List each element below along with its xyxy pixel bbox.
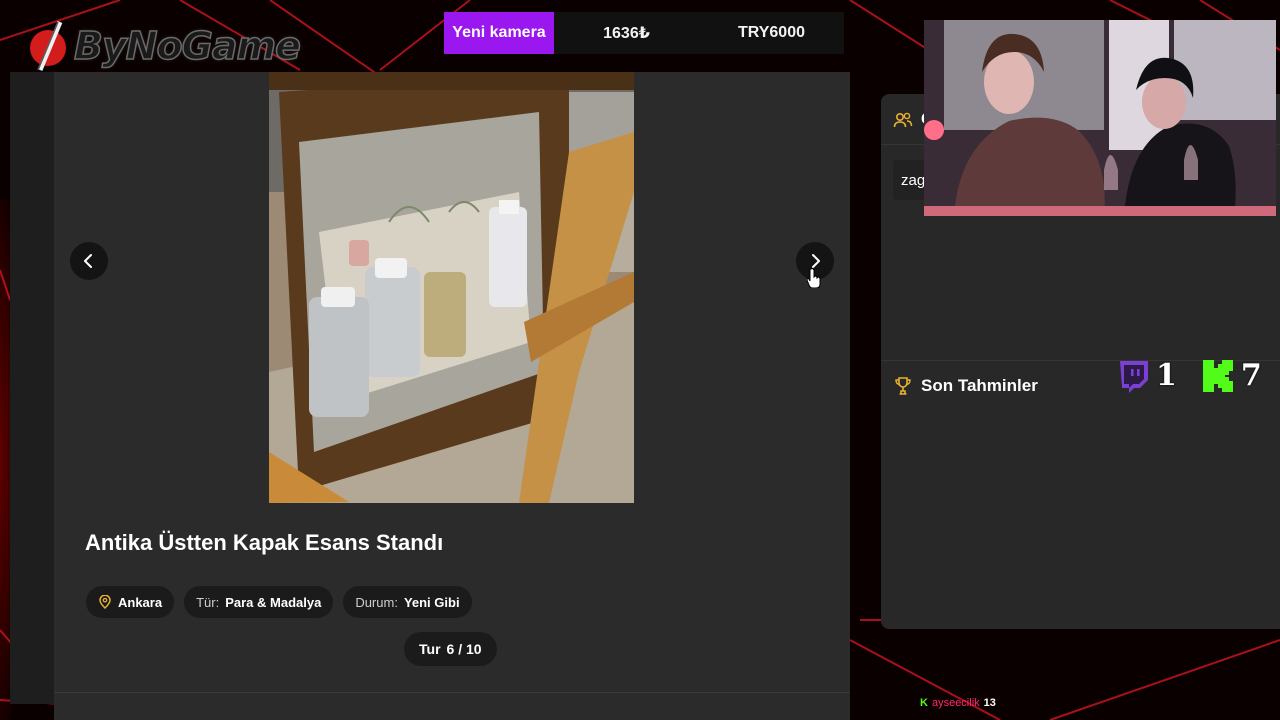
stream-top-bar: Yeni kamera 1636₺ TRY6000 xyxy=(444,12,844,54)
left-side-strip xyxy=(10,72,54,704)
trophy-icon xyxy=(895,377,911,395)
map-pin-icon xyxy=(99,595,111,609)
platform-counters: 1 7 xyxy=(1116,358,1262,393)
product-panel: Antika Üstten Kapak Esans Standı Ankara … xyxy=(54,72,850,720)
amount-try-symbol: 1636₺ xyxy=(603,25,650,42)
type-label: Tür: xyxy=(196,594,220,610)
product-image xyxy=(269,72,634,503)
type-value: Para & Madalya xyxy=(225,594,322,610)
amount-try-code: TRY6000 xyxy=(738,24,805,41)
webcam-feed-illustration xyxy=(924,20,1276,216)
chat-message: K ayseecilik 13 xyxy=(920,697,996,709)
kick-count: 7 xyxy=(1240,358,1262,393)
webcam-overlay xyxy=(924,20,1276,216)
round-indicator: Tur 6 / 10 xyxy=(404,632,497,666)
condition-value: Yeni Gibi xyxy=(403,594,460,610)
twitch-counter: 1 xyxy=(1116,358,1177,393)
product-photo-illustration xyxy=(269,72,634,503)
new-camera-badge: Yeni kamera xyxy=(444,12,554,54)
hand-cursor-icon xyxy=(807,268,821,288)
brand-logo-text: ByNoGame xyxy=(73,23,301,69)
location-chip: Ankara xyxy=(86,586,175,618)
predictions-header: Son Tahminler xyxy=(893,376,1038,396)
chevron-left-icon xyxy=(84,254,92,268)
brand-logo-mark-icon xyxy=(30,21,66,71)
condition-label: Durum: xyxy=(355,594,398,610)
brand-logo: ByNoGame xyxy=(24,18,302,74)
chat-text: 13 xyxy=(983,697,996,709)
kick-chat-icon: K xyxy=(920,697,928,709)
chat-username: ayseecilik xyxy=(931,697,980,709)
product-attributes: Ankara Tür: Para & Madalya Durum: Yeni G… xyxy=(86,586,472,618)
kick-counter: 7 xyxy=(1201,358,1262,393)
twitch-count: 1 xyxy=(1156,358,1177,393)
condition-chip: Durum: Yeni Gibi xyxy=(343,586,472,618)
users-icon xyxy=(893,112,913,128)
product-title: Antika Üstten Kapak Esans Standı xyxy=(85,530,444,555)
kick-icon xyxy=(1202,359,1233,392)
previous-image-button[interactable] xyxy=(70,242,108,280)
panel-divider xyxy=(54,692,850,693)
predictions-title: Son Tahminler xyxy=(921,376,1038,395)
twitch-icon xyxy=(1120,360,1148,393)
round-value: 6 / 10 xyxy=(446,641,482,657)
type-chip: Tür: Para & Madalya xyxy=(184,586,334,618)
location-value: Ankara xyxy=(118,594,163,610)
round-label: Tur xyxy=(419,641,441,657)
